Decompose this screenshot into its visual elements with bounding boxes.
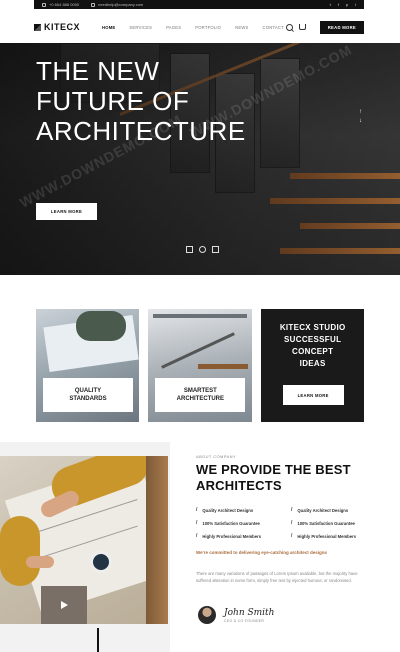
feature-text: Highly Professional Members bbox=[202, 533, 262, 539]
vertical-divider bbox=[97, 628, 99, 652]
hero-title: THE NEW FUTURE OF ARCHITECTURE bbox=[36, 56, 246, 146]
slash-icon: / bbox=[291, 533, 293, 539]
logo-mark-icon bbox=[34, 23, 41, 31]
email-contact[interactable]: needhelp@company.com bbox=[91, 2, 143, 7]
feature-item: / Highly Professional Members bbox=[291, 533, 366, 539]
card-studio-title: KITECX STUDIO SUCCESSFUL CONCEPT IDEAS bbox=[261, 322, 364, 370]
feature-list: / Quality Architect Designs / Quality Arch… bbox=[196, 507, 366, 539]
pinterest-icon[interactable]: p bbox=[346, 2, 348, 7]
sleeve-image bbox=[0, 516, 40, 586]
feature-text: 100% Satisfaction Guarantee bbox=[202, 520, 260, 526]
logo-text: KITECX bbox=[44, 22, 81, 32]
card-label: SMARTEST ARCHITECTURE bbox=[155, 378, 246, 412]
nav-item-pages[interactable]: PAGES bbox=[166, 25, 181, 30]
page: +0 664 888 0000 needhelp@company.com t f… bbox=[0, 0, 400, 652]
nav-menu: HOME SERVICES PAGES PORTFOLIO NEWS CONTA… bbox=[102, 25, 284, 30]
hero-title-line: FUTURE OF bbox=[36, 86, 190, 116]
feature-item: / Quality Architect Designs bbox=[291, 507, 366, 513]
ceiling-beam bbox=[153, 314, 248, 318]
mail-icon bbox=[91, 2, 96, 7]
feature-item: / Highly Professional Members bbox=[196, 533, 291, 539]
avatar bbox=[198, 606, 216, 624]
table-edge bbox=[146, 456, 168, 624]
email-text: needhelp@company.com bbox=[98, 2, 144, 7]
feature-text: 100% Satisfaction Guarantee bbox=[297, 520, 355, 526]
card-learn-more-button[interactable]: LEARN MORE bbox=[282, 385, 344, 405]
signature-name: John Smith bbox=[224, 607, 275, 618]
nav-item-services[interactable]: SERVICES bbox=[129, 25, 152, 30]
card-title-line: SUCCESSFUL bbox=[284, 335, 342, 344]
slash-icon: / bbox=[196, 520, 198, 526]
site-logo[interactable]: KITECX bbox=[34, 22, 80, 32]
slash-icon: / bbox=[291, 507, 293, 513]
hero-learn-more-button[interactable]: LEARN MORE bbox=[36, 203, 97, 220]
feature-item: / Quality Architect Designs bbox=[196, 507, 291, 513]
phone-icon bbox=[42, 2, 46, 7]
nav-item-portfolio[interactable]: PORTFOLIO bbox=[195, 25, 221, 30]
commitment-text: We're committed to delivering eye-catchi… bbox=[196, 550, 328, 555]
about-title: WE PROVIDE THE BEST ARCHITECTS bbox=[196, 462, 351, 494]
card-title-line: CONCEPT bbox=[292, 347, 334, 356]
card-title-line: IDEAS bbox=[299, 359, 326, 368]
feature-text: Highly Professional Members bbox=[297, 533, 357, 539]
person-image bbox=[76, 311, 126, 341]
slide-arrows: ↑ ↓ bbox=[359, 108, 362, 126]
card-label-line: STANDARDS bbox=[69, 396, 107, 402]
card-label: QUALITY STANDARDS bbox=[43, 378, 133, 412]
card-label-line: SMARTEST bbox=[183, 388, 217, 394]
nav-icons: READ MORE bbox=[285, 20, 364, 34]
feature-text: Quality Architect Designs bbox=[202, 507, 254, 513]
hero-controls bbox=[186, 246, 219, 253]
about-eyebrow: ABOUT COMPANY bbox=[196, 454, 236, 459]
card-label-line: QUALITY bbox=[74, 388, 102, 394]
phone-contact[interactable]: +0 664 888 0000 bbox=[42, 2, 79, 7]
slash-icon: / bbox=[291, 520, 293, 526]
facebook-icon[interactable]: f bbox=[338, 2, 339, 7]
arrow-up-icon[interactable]: ↑ bbox=[359, 108, 362, 117]
nav-item-contact[interactable]: CONTACT bbox=[263, 25, 284, 30]
instagram-icon[interactable]: i bbox=[355, 2, 356, 7]
coffee-cup-image bbox=[90, 551, 112, 573]
feature-cards: QUALITY STANDARDS SMARTEST ARCHITECTURE … bbox=[36, 309, 364, 422]
about-title-line: ARCHITECTS bbox=[196, 478, 282, 493]
feature-item: / 100% Satisfaction Guarantee bbox=[196, 520, 291, 526]
play-slide-icon[interactable] bbox=[199, 246, 206, 253]
feature-text: Quality Architect Designs bbox=[297, 507, 349, 513]
about-paragraph: There are many variations of passages of… bbox=[196, 571, 358, 583]
stair-image bbox=[198, 364, 249, 369]
feature-item: / 100% Satisfaction Guarantee bbox=[291, 520, 366, 526]
about-title-line: WE PROVIDE THE BEST bbox=[196, 462, 351, 477]
twitter-icon[interactable]: t bbox=[330, 2, 331, 7]
hand-image bbox=[26, 556, 54, 568]
card-smartest-architecture[interactable]: SMARTEST ARCHITECTURE bbox=[148, 309, 252, 422]
slash-icon: / bbox=[196, 533, 198, 539]
hero-title-line: ARCHITECTURE bbox=[36, 116, 246, 146]
play-icon bbox=[60, 601, 68, 609]
nav-item-home[interactable]: HOME bbox=[102, 25, 115, 30]
author-block: John Smith CEO & CO FOUNDER bbox=[198, 606, 274, 624]
signature-block: John Smith CEO & CO FOUNDER bbox=[224, 608, 274, 623]
card-title-line: KITECX STUDIO bbox=[279, 323, 346, 332]
author-role: CEO & CO FOUNDER bbox=[224, 618, 265, 623]
hero-title-line: THE NEW bbox=[36, 56, 160, 86]
main-navbar: KITECX HOME SERVICES PAGES PORTFOLIO NEW… bbox=[34, 14, 364, 40]
nav-item-news[interactable]: NEWS bbox=[235, 25, 248, 30]
card-kitecx-studio[interactable]: KITECX STUDIO SUCCESSFUL CONCEPT IDEAS L… bbox=[260, 309, 364, 422]
phone-text: +0 664 888 0000 bbox=[49, 2, 80, 7]
slash-icon: / bbox=[196, 507, 198, 513]
video-play-button[interactable] bbox=[41, 586, 87, 624]
prev-slide-icon[interactable] bbox=[186, 246, 193, 253]
top-info-bar: +0 664 888 0000 needhelp@company.com t f… bbox=[34, 0, 364, 9]
arrow-down-icon[interactable]: ↓ bbox=[359, 117, 362, 126]
card-quality-standards[interactable]: QUALITY STANDARDS bbox=[36, 309, 140, 422]
next-slide-icon[interactable] bbox=[212, 246, 219, 253]
social-links: t f p i bbox=[330, 2, 356, 7]
search-icon[interactable] bbox=[285, 23, 293, 31]
cart-icon[interactable] bbox=[298, 24, 306, 30]
read-more-button[interactable]: READ MORE bbox=[319, 20, 364, 34]
card-label-line: ARCHITECTURE bbox=[176, 396, 224, 402]
